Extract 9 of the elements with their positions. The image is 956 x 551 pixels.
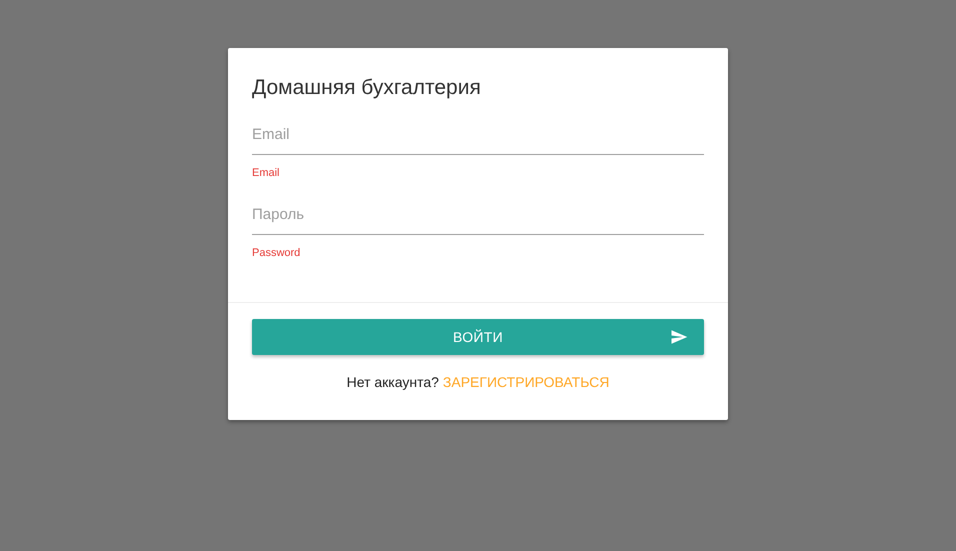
input-field[interactable]: Email [252,118,704,155]
no-account-text: Нет аккаунта? [346,374,439,390]
card-title: Домашняя бухгалтерия [252,76,482,100]
input-field[interactable]: Пароль [252,198,704,235]
helper-text: Email [252,167,280,179]
helper-text: Password [252,247,300,259]
login-button[interactable]: ВОЙТИ [252,319,704,355]
register-link[interactable]: ЗАРЕГИСТРИРОВАТЬСЯ [442,374,610,390]
send-icon [670,328,688,346]
